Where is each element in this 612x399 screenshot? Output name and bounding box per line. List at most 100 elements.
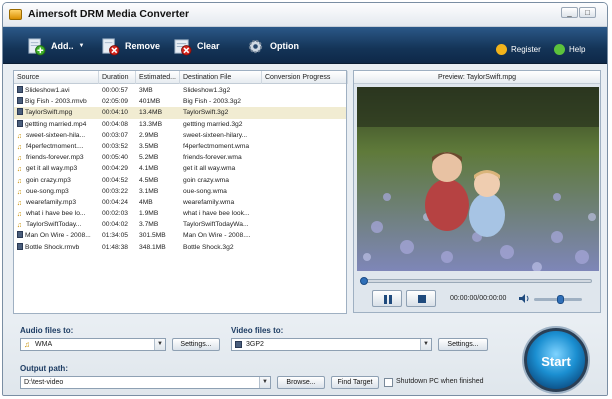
column-header-estimated[interactable]: Estimated... — [136, 71, 180, 84]
video-settings-button[interactable]: Settings... — [438, 338, 488, 351]
table-row[interactable]: Man On Wire - 2008... 01:34:05 301.5MB Man … — [14, 230, 346, 241]
column-header-duration[interactable]: Duration — [99, 71, 136, 84]
cell-destination: oue-song.wma — [180, 186, 262, 197]
volume-slider[interactable] — [534, 295, 582, 304]
cell-size-text: 13.4MB — [139, 109, 163, 117]
video-format-select[interactable]: 3GP2 ▼ — [231, 338, 432, 351]
cell-size: 3.1MB — [136, 186, 180, 197]
table-row[interactable]: ♫ oue-song.mp3 00:03:22 3.1MB oue-song.wma — [14, 186, 346, 197]
minimize-button[interactable]: _ — [561, 7, 578, 18]
start-button[interactable]: Start — [524, 328, 588, 392]
app-window: Aimersoft DRM Media Converter _ □ Add.. … — [2, 2, 608, 396]
cell-destination: Man On Wire - 2008.... — [180, 230, 262, 241]
cell-destination: Bottle Shock.3g2 — [180, 242, 262, 253]
table-row[interactable]: ♫ TaylorSwiftToday... 00:04:02 3.7MB TaylorS… — [14, 219, 346, 230]
pause-button[interactable] — [372, 290, 402, 307]
video-file-icon — [17, 86, 23, 93]
cell-source: ♫ f4perfectmoment.... — [14, 141, 99, 152]
chevron-down-icon[interactable]: ▼ — [79, 43, 85, 49]
cell-size: 401MB — [136, 96, 180, 107]
cell-source-text: get it all way.mp3 — [26, 165, 78, 173]
table-row[interactable]: ♫ f4perfectmoment.... 00:03:52 3.5MB f4perfe… — [14, 141, 346, 152]
cell-size: 2.9MB — [136, 130, 180, 141]
cell-destination: get it all way.wma — [180, 163, 262, 174]
cell-source-text: what i have bee lo... — [26, 210, 86, 218]
table-row[interactable]: ♫ friends-forever.mp3 00:05:40 5.2MB friends… — [14, 152, 346, 163]
cell-duration-text: 00:04:08 — [102, 120, 129, 128]
cell-source: ♫ oue-song.mp3 — [14, 186, 99, 197]
file-list[interactable]: Source Duration Estimated... Destination… — [13, 70, 348, 314]
cell-destination: TaylorSwift.3g2 — [180, 107, 262, 118]
cell-source-text: goin crazy.mp3 — [26, 176, 71, 184]
cell-size: 13.4MB — [136, 107, 180, 118]
table-row[interactable]: ♫ what i have bee lo... 00:02:03 1.9MB what … — [14, 208, 346, 219]
clear-list-icon — [174, 38, 192, 56]
output-settings-panel: Audio files to: ♫ WMA ▼ Settings... Vide… — [3, 321, 607, 395]
output-path-field[interactable]: D:\test-video ▼ — [20, 376, 271, 389]
cell-destination-text: sweet-sixteen-hilary... — [183, 131, 248, 139]
audio-format-select[interactable]: ♫ WMA ▼ — [20, 338, 166, 351]
cell-duration-text: 01:34:05 — [102, 232, 129, 240]
cell-size-text: 2.9MB — [139, 131, 159, 139]
table-row[interactable]: ♫ sweet-sixteen-hila... 00:03:07 2.9MB sweet… — [14, 130, 346, 141]
column-header-source[interactable]: Source — [14, 71, 99, 84]
cell-destination-text: wearefamily.wma — [183, 198, 235, 206]
option-button[interactable]: Option — [246, 35, 299, 57]
audio-format-label: Audio files to: — [20, 326, 74, 335]
stop-button[interactable] — [406, 290, 436, 307]
table-row[interactable]: ♫ wearefamily.mp3 00:04:24 4MB wearefamily.w… — [14, 197, 346, 208]
cell-duration: 00:03:52 — [99, 141, 136, 152]
cell-source-text: Slideshow1.avi — [25, 87, 70, 94]
table-row[interactable]: Bottle Shock.rmvb 01:48:38 348.1MB Bottle S… — [14, 242, 346, 253]
volume-icon[interactable] — [518, 293, 530, 304]
chevron-down-icon[interactable]: ▼ — [420, 339, 431, 350]
column-header-progress[interactable]: Conversion Progress — [262, 71, 348, 84]
register-button[interactable]: Register — [496, 38, 541, 60]
table-row[interactable]: ♫ get it all way.mp3 00:04:29 4.1MB get it a… — [14, 163, 346, 174]
cell-destination: f4perfectmoment.wma — [180, 141, 262, 152]
cell-destination: friends-forever.wma — [180, 152, 262, 163]
table-row[interactable]: Slideshow1.avi 00:00:57 3MB Slideshow1.3g2 — [14, 85, 346, 96]
clear-button[interactable]: Clear — [173, 35, 220, 57]
seek-handle[interactable] — [360, 277, 368, 285]
playback-seek-bar[interactable] — [360, 277, 592, 285]
video-file-icon — [17, 97, 23, 105]
table-row[interactable]: TaylorSwift.mpg 00:04:10 13.4MB TaylorSwift… — [14, 107, 346, 119]
add-button[interactable]: Add.. ▼ — [27, 35, 84, 57]
video-format-value: 3GP2 — [246, 341, 264, 348]
remove-button[interactable]: Remove — [101, 35, 160, 57]
cell-source-text: friends-forever.mp3 — [26, 154, 84, 162]
help-button[interactable]: Help — [554, 38, 585, 60]
cell-duration: 01:48:38 — [99, 242, 136, 253]
browse-button[interactable]: Browse... — [277, 376, 325, 389]
music-note-icon: ♫ — [17, 211, 23, 219]
preview-video-frame — [357, 87, 599, 271]
register-label: Register — [511, 44, 541, 54]
file-list-header: Source Duration Estimated... Destination… — [14, 71, 348, 84]
option-label: Option — [270, 41, 299, 51]
shutdown-checkbox[interactable] — [384, 378, 393, 387]
cell-destination-text: Man On Wire - 2008.... — [183, 232, 251, 240]
table-row[interactable]: ♫ goin crazy.mp3 00:04:52 4.5MB goin crazy.w… — [14, 175, 346, 186]
table-row[interactable]: Big Fish - 2003.rmvb 02:05:09 401MB Big Fis… — [14, 96, 346, 107]
table-row[interactable]: gettting married.mp4 00:04:08 13.3MB gettti… — [14, 119, 346, 130]
audio-settings-button[interactable]: Settings... — [172, 338, 220, 351]
cell-duration-text: 00:04:29 — [102, 165, 129, 173]
chevron-down-icon[interactable]: ▼ — [259, 377, 270, 388]
chevron-down-icon[interactable]: ▼ — [154, 339, 165, 350]
help-label: Help — [569, 44, 586, 54]
maximize-button[interactable]: □ — [579, 7, 596, 18]
find-target-button[interactable]: Find Target — [331, 376, 379, 389]
cell-duration: 00:04:02 — [99, 219, 136, 230]
output-path-value: D:\test-video — [24, 379, 64, 386]
volume-handle[interactable] — [557, 295, 565, 304]
cell-duration-text: 00:02:03 — [102, 210, 129, 218]
cell-source: Big Fish - 2003.rmvb — [14, 96, 99, 107]
cell-duration-text: 00:04:52 — [102, 176, 129, 184]
add-file-icon — [28, 37, 46, 56]
video-file-icon — [17, 231, 23, 239]
cell-size-text: 4.5MB — [139, 176, 159, 184]
cell-size-text: 1.9MB — [139, 210, 159, 218]
music-note-icon: ♫ — [17, 222, 23, 230]
column-header-destination[interactable]: Destination File — [180, 71, 262, 84]
